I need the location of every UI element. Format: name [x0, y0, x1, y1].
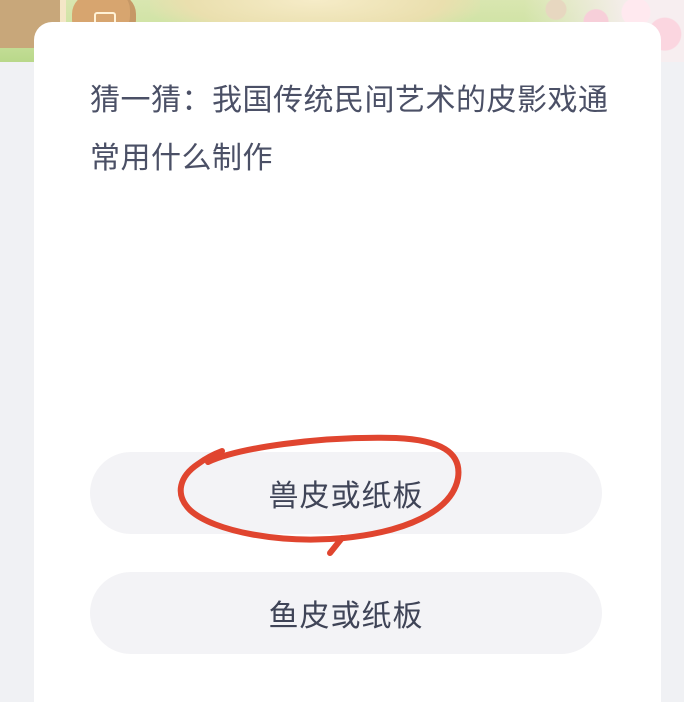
answer-option-1[interactable]: 兽皮或纸板 — [90, 452, 602, 534]
answer-option-2[interactable]: 鱼皮或纸板 — [90, 572, 602, 654]
question-text: 猜一猜：我国传统民间艺术的皮影戏通常用什么制作 — [90, 83, 609, 176]
answer-option-label: 兽皮或纸板 — [268, 479, 424, 514]
quiz-card: 猜一猜：我国传统民间艺术的皮影戏通常用什么制作 兽皮或纸板 鱼皮或纸板 — [34, 22, 661, 702]
answer-option-label: 鱼皮或纸板 — [268, 599, 424, 634]
